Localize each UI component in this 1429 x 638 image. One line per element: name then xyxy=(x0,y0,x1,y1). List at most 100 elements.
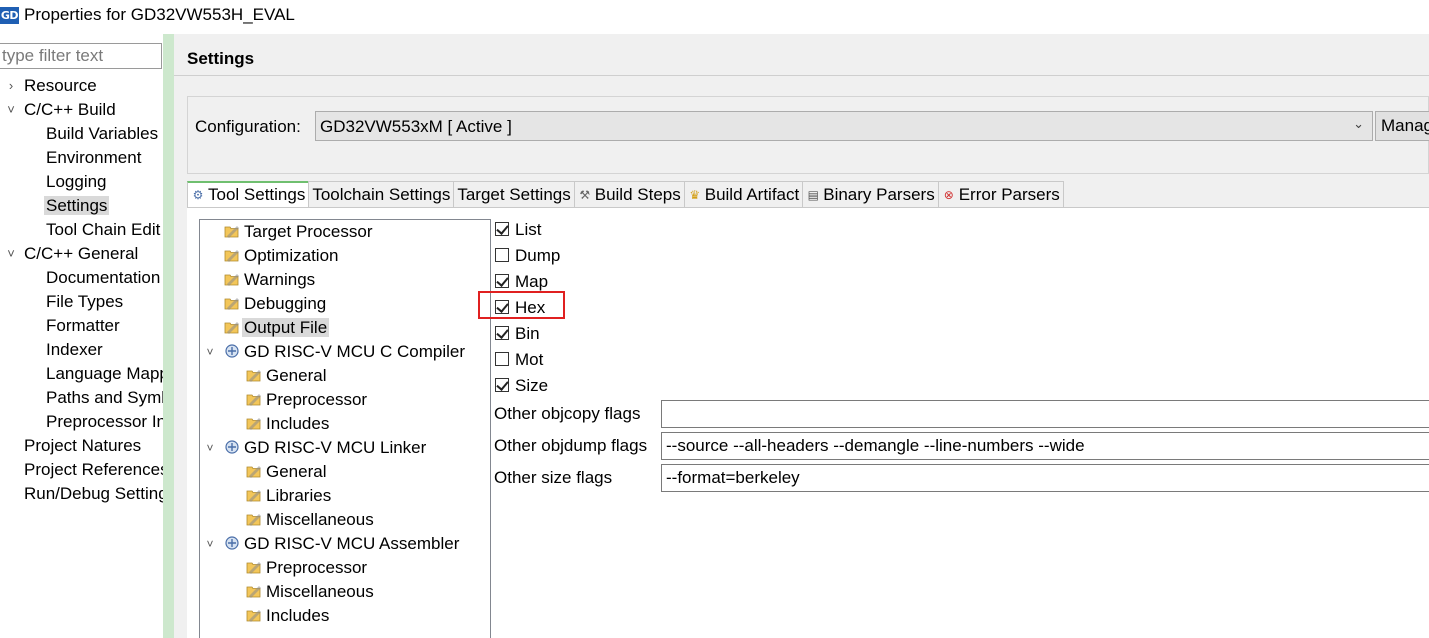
chevron-down-icon[interactable]: ˅ xyxy=(203,341,217,363)
tool-tree-item-preprocessor[interactable]: Preprocessor xyxy=(246,389,367,411)
map-checkbox[interactable] xyxy=(495,274,509,288)
nav-item-paths-and-symb[interactable]: Paths and Symb xyxy=(46,387,171,409)
tab-error-parsers[interactable]: ⊗ Error Parsers xyxy=(937,181,1064,207)
nav-item-file-types[interactable]: File Types xyxy=(46,291,123,313)
dump-checkbox[interactable] xyxy=(495,248,509,262)
bin-checkbox[interactable] xyxy=(495,326,509,340)
nav-item-c-c-build[interactable]: ˅ C/C++ Build xyxy=(7,99,115,121)
nav-item-project-references[interactable]: Project References xyxy=(24,459,169,481)
chevron-down-icon[interactable]: ˅ xyxy=(203,437,217,459)
option-category-icon xyxy=(224,223,240,239)
tool-tree-item-gd-risc-v-mcu-linker[interactable]: ˅ GD RISC-V MCU Linker xyxy=(206,437,427,459)
option-category-icon xyxy=(246,559,262,575)
option-category-icon xyxy=(224,319,240,335)
window-title: Properties for GD32VW553H_EVAL xyxy=(24,5,295,24)
nav-item-label: Run/Debug Settings xyxy=(24,484,174,503)
tool-tree-item-includes[interactable]: Includes xyxy=(246,605,329,627)
tab-label: Toolchain Settings xyxy=(312,184,451,204)
tab-binary-parsers[interactable]: ▤ Binary Parsers xyxy=(802,181,939,207)
option-size[interactable]: Size xyxy=(495,375,548,397)
option-label: Map xyxy=(515,272,549,291)
tool-tree-item-warnings[interactable]: Warnings xyxy=(224,269,315,291)
tool-tree-item-general[interactable]: General xyxy=(246,365,326,387)
option-category-icon xyxy=(246,607,262,623)
tab-bar: ⚙ Tool Settings Toolchain Settings Target S… xyxy=(187,181,1064,207)
title-bar: GD Properties for GD32VW553H_EVAL xyxy=(0,0,1429,34)
tool-tree-item-debugging[interactable]: Debugging xyxy=(224,293,326,315)
nav-item-c-c-general[interactable]: ˅ C/C++ General xyxy=(7,243,139,265)
option-category-icon xyxy=(246,367,262,383)
size-checkbox[interactable] xyxy=(495,378,509,392)
tool-tree-item-gd-risc-v-mcu-assembler[interactable]: ˅ GD RISC-V MCU Assembler xyxy=(206,533,460,555)
manage-configurations-button[interactable]: Manage Configurations... xyxy=(1375,111,1429,141)
tool-tree-item-libraries[interactable]: Libraries xyxy=(246,485,331,507)
nav-item-formatter[interactable]: Formatter xyxy=(46,315,120,337)
option-label: Dump xyxy=(515,246,561,265)
tool-tree-item-gd-risc-v-mcu-c-compiler[interactable]: ˅ GD RISC-V MCU C Compiler xyxy=(206,341,466,363)
nav-item-documentation[interactable]: Documentation xyxy=(46,267,160,289)
nav-item-settings[interactable]: Settings xyxy=(44,195,110,217)
tab-build-steps[interactable]: ⚒ Build Steps xyxy=(573,181,685,207)
nav-item-build-variables[interactable]: Build Variables xyxy=(46,123,158,145)
mot-checkbox[interactable] xyxy=(495,352,509,366)
option-list[interactable]: List xyxy=(495,219,541,241)
nav-item-project-natures[interactable]: Project Natures xyxy=(24,435,141,457)
nav-item-label: C/C++ General xyxy=(24,244,139,263)
list-checkbox[interactable] xyxy=(495,222,509,236)
tool-tree-item-label: Warnings xyxy=(244,270,316,289)
tool-tree-item-includes[interactable]: Includes xyxy=(246,413,329,435)
option-mot[interactable]: Mot xyxy=(495,349,543,371)
tab-label: Build Steps xyxy=(594,184,681,204)
nav-item-resource[interactable]: › Resource xyxy=(9,75,97,97)
option-bin[interactable]: Bin xyxy=(495,323,540,345)
option-map[interactable]: Map xyxy=(495,271,548,293)
error-parsers-icon: ⊗ xyxy=(943,187,954,202)
tool-tree-item-label: Libraries xyxy=(266,486,332,505)
nav-item-label: Project References xyxy=(24,460,169,479)
other-objdump-flags-input[interactable] xyxy=(661,432,1429,460)
option-label: List xyxy=(515,220,542,239)
tool-tree-item-miscellaneous[interactable]: Miscellaneous xyxy=(246,509,374,531)
chevron-down-icon: ⌄ xyxy=(1353,116,1364,131)
tab-toolchain-settings[interactable]: Toolchain Settings xyxy=(308,181,455,207)
sash[interactable] xyxy=(163,34,174,638)
tab-build-artifact[interactable]: ♛ Build Artifact xyxy=(683,181,804,207)
tool-tree-item-label: GD RISC-V MCU Assembler xyxy=(244,534,460,553)
configuration-select[interactable]: GD32VW553xM [ Active ] ⌄ xyxy=(315,111,1373,141)
chevron-down-icon[interactable]: ˅ xyxy=(5,99,17,121)
nav-item-run-debug-settings[interactable]: Run/Debug Settings xyxy=(24,483,174,505)
nav-item-label: Paths and Symb xyxy=(46,388,171,407)
tool-tree-item-target-processor[interactable]: Target Processor xyxy=(224,221,373,243)
option-label: Size xyxy=(515,376,549,395)
filter-input[interactable] xyxy=(0,43,162,69)
nav-item-tool-chain-edit[interactable]: Tool Chain Edit xyxy=(46,219,160,241)
tool-tree-item-preprocessor[interactable]: Preprocessor xyxy=(246,557,367,579)
chevron-right-icon[interactable]: › xyxy=(5,75,17,97)
chevron-down-icon[interactable]: ˅ xyxy=(5,243,17,265)
other-size-flags-input[interactable] xyxy=(661,464,1429,492)
tool-tree-item-miscellaneous[interactable]: Miscellaneous xyxy=(246,581,374,603)
nav-item-logging[interactable]: Logging xyxy=(46,171,107,193)
settings-page: Settings Configuration: GD32VW553xM [ Ac… xyxy=(174,34,1429,638)
tab-target-settings[interactable]: Target Settings xyxy=(453,181,575,207)
other-objcopy-flags-input[interactable] xyxy=(661,400,1429,428)
tool-tree-item-label: GD RISC-V MCU C Compiler xyxy=(244,342,466,361)
nav-item-environment[interactable]: Environment xyxy=(46,147,141,169)
nav-item-preprocessor-in[interactable]: Preprocessor In xyxy=(46,411,166,433)
nav-item-language-mapp[interactable]: Language Mapp xyxy=(46,363,169,385)
option-category-icon xyxy=(246,511,262,527)
nav-item-label: Language Mapp xyxy=(46,364,169,383)
tool-tree-item-label: Target Processor xyxy=(244,222,373,241)
tool-tree-item-general[interactable]: General xyxy=(246,461,326,483)
tab-label: Build Artifact xyxy=(704,184,800,204)
nav-item-indexer[interactable]: Indexer xyxy=(46,339,103,361)
chevron-down-icon[interactable]: ˅ xyxy=(203,533,217,555)
option-category-icon xyxy=(246,463,262,479)
tool-tree-item-optimization[interactable]: Optimization xyxy=(224,245,338,267)
tool-tree-item-output-file[interactable]: Output File xyxy=(224,317,330,339)
option-category-icon xyxy=(246,487,262,503)
tab-tool-settings[interactable]: ⚙ Tool Settings xyxy=(187,181,310,207)
nav-item-label: Preprocessor In xyxy=(46,412,166,431)
tool-tree-item-label: GD RISC-V MCU Linker xyxy=(244,438,427,457)
option-dump[interactable]: Dump xyxy=(495,245,560,267)
